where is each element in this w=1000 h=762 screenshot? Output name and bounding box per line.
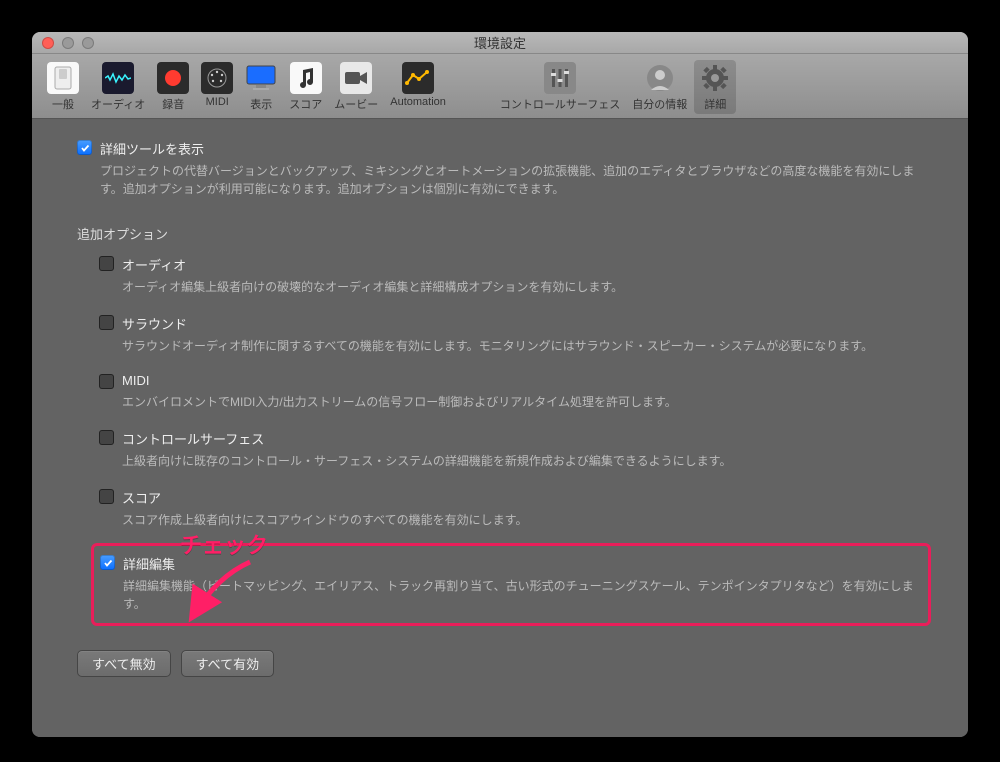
option-audio-checkbox[interactable] [99,256,114,271]
show-advanced-tools-desc: プロジェクトの代替バージョンとバックアップ、ミキシングとオートメーションの拡張機… [100,162,923,198]
option-surround-label: サラウンド [122,314,187,333]
option-score: スコア スコア作成上級者向けにスコアウインドウのすべての機能を有効にします。 [99,488,923,529]
tab-label: ムービー [334,96,378,112]
option-surround-desc: サラウンドオーディオ制作に関するすべての機能を有効にします。モニタリングにはサラ… [122,337,923,355]
option-audio-label: オーディオ [122,255,186,274]
enable-all-button[interactable]: すべて有効 [181,650,275,677]
traffic-lights [32,37,94,49]
highlighted-option-box: 詳細編集 詳細編集機能（ビートマッピング、エイリアス、トラック再割り当て、古い形… [91,543,931,626]
option-control-surfaces-checkbox[interactable] [99,430,114,445]
titlebar: 環境設定 [32,32,968,54]
tab-control-surfaces[interactable]: コントロールサーフェス [495,60,625,114]
additional-options-heading: 追加オプション [77,224,923,243]
tab-label: 表示 [250,96,272,112]
tab-audio[interactable]: オーディオ [86,60,150,114]
tab-label: 録音 [162,96,184,112]
tab-midi[interactable]: MIDI [196,60,238,114]
show-advanced-tools-checkbox[interactable] [77,140,92,155]
option-control-surfaces: コントロールサーフェス 上級者向けに既存のコントロール・サーフェス・システムの詳… [99,429,923,470]
tab-my-info[interactable]: 自分の情報 [627,60,692,114]
toolbar-spacer [453,60,493,114]
tab-label: 自分の情報 [632,96,687,112]
tab-label: コントロールサーフェス [500,96,620,112]
option-advanced-editing: 詳細編集 詳細編集機能（ビートマッピング、エイリアス、トラック再割り当て、古い形… [100,554,922,613]
option-advanced-editing-desc: 詳細編集機能（ビートマッピング、エイリアス、トラック再割り当て、古い形式のチュー… [123,577,922,613]
tab-label: 詳細 [704,96,726,112]
tab-label: 一般 [52,96,74,112]
disable-all-button[interactable]: すべて無効 [77,650,171,677]
show-advanced-tools-label: 詳細ツールを表示 [100,139,204,158]
faders-icon [544,62,576,94]
window-title: 環境設定 [32,33,968,52]
option-midi-checkbox[interactable] [99,374,114,389]
tab-label: オーディオ [91,96,145,112]
option-midi-desc: エンバイロメントでMIDI入力/出力ストリームの信号フロー制御およびリアルタイム… [122,393,923,411]
option-midi: MIDI エンバイロメントでMIDI入力/出力ストリームの信号フロー制御およびリ… [99,373,923,411]
tab-recording[interactable]: 録音 [152,60,194,114]
close-button[interactable] [42,37,54,49]
tab-score[interactable]: スコア [284,60,327,114]
tab-display[interactable]: 表示 [240,60,282,114]
content-area: 詳細ツールを表示 プロジェクトの代替バージョンとバックアップ、ミキシングとオート… [32,119,968,737]
toolbar: 一般 オーディオ 録音 MIDI 表示 [32,54,968,119]
option-score-checkbox[interactable] [99,489,114,504]
option-surround: サラウンド サラウンドオーディオ制作に関するすべての機能を有効にします。モニタリ… [99,314,923,355]
option-score-desc: スコア作成上級者向けにスコアウインドウのすべての機能を有効にします。 [122,511,923,529]
option-audio-desc: オーディオ編集上級者向けの破壊的なオーディオ編集と詳細構成オプションを有効にしま… [122,278,923,296]
zoom-button[interactable] [82,37,94,49]
buttons-row: すべて無効 すべて有効 [77,650,923,677]
option-audio: オーディオ オーディオ編集上級者向けの破壊的なオーディオ編集と詳細構成オプション… [99,255,923,296]
tab-label: Automation [390,96,446,108]
automation-icon [402,62,434,94]
option-advanced-editing-checkbox[interactable] [100,555,115,570]
minimize-button[interactable] [62,37,74,49]
display-icon [245,62,277,94]
music-note-icon [290,62,322,94]
user-icon [644,62,676,94]
option-control-surfaces-label: コントロールサーフェス [122,429,264,448]
tab-movie[interactable]: ムービー [329,60,383,114]
tab-label: MIDI [206,96,229,108]
option-surround-checkbox[interactable] [99,315,114,330]
show-advanced-tools-row: 詳細ツールを表示 [77,139,923,158]
preferences-window: 環境設定 一般 オーディオ 録音 MIDI [32,32,968,737]
gear-icon [699,62,731,94]
option-score-label: スコア [122,488,161,507]
tab-label: スコア [289,96,322,112]
tab-general[interactable]: 一般 [42,60,84,114]
additional-options-list: オーディオ オーディオ編集上級者向けの破壊的なオーディオ編集と詳細構成オプション… [99,255,923,626]
tab-automation[interactable]: Automation [385,60,451,114]
camera-icon [340,62,372,94]
record-icon [157,62,189,94]
option-midi-label: MIDI [122,373,149,388]
option-advanced-editing-label: 詳細編集 [123,554,175,573]
switch-icon [47,62,79,94]
midi-connector-icon [201,62,233,94]
waveform-icon [102,62,134,94]
tab-advanced[interactable]: 詳細 [694,60,736,114]
option-control-surfaces-desc: 上級者向けに既存のコントロール・サーフェス・システムの詳細機能を新規作成および編… [122,452,923,470]
